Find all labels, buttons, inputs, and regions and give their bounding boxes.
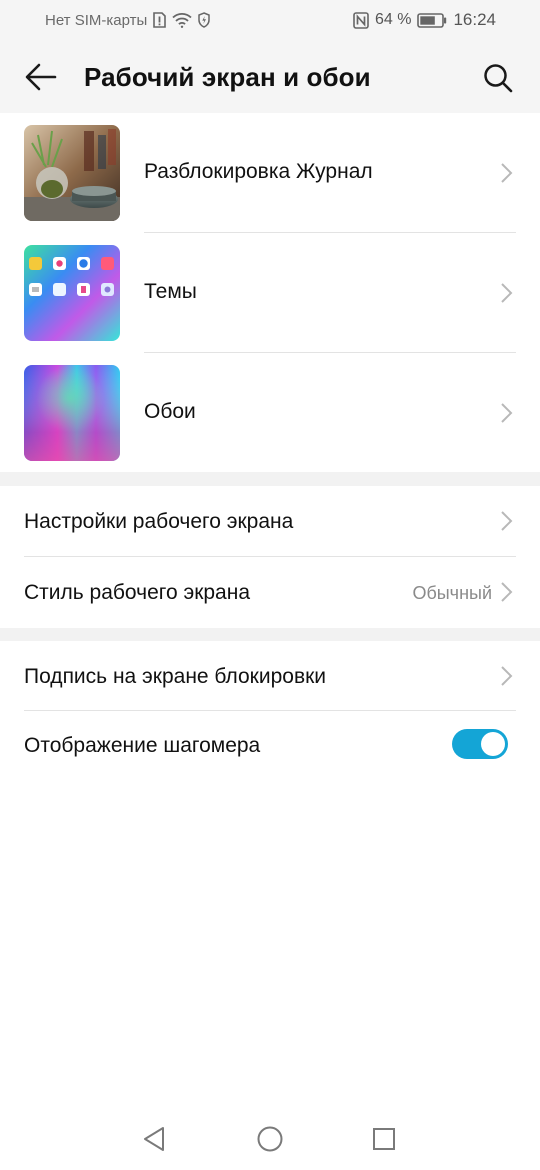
nav-recents-icon xyxy=(373,1128,395,1150)
chevron-right-icon xyxy=(501,283,513,303)
chevron-right-icon xyxy=(501,163,513,183)
back-arrow-icon xyxy=(25,63,57,91)
home-settings-section: Настройки рабочего экрана Стиль рабочего… xyxy=(0,486,540,628)
chevron-right-icon xyxy=(501,666,513,686)
clock: 16:24 xyxy=(453,10,496,29)
search-button[interactable] xyxy=(480,60,516,96)
battery-saver-icon xyxy=(198,12,211,28)
media-section: Разблокировка Журнал Темы Обои xyxy=(0,113,540,473)
navigation-bar xyxy=(0,1108,540,1170)
wallpaper-label: Обои xyxy=(144,400,196,423)
wallpaper-row[interactable]: Обои xyxy=(0,353,540,473)
battery-percent: 64 % xyxy=(374,11,412,28)
nav-home-button[interactable] xyxy=(255,1124,285,1154)
status-left: Нет SIM-карты xyxy=(45,11,211,29)
nav-back-icon xyxy=(144,1127,164,1151)
nav-recents-button[interactable] xyxy=(369,1124,399,1154)
battery-icon xyxy=(417,12,447,28)
app-bar: Рабочий экран и обои xyxy=(0,40,540,113)
wallpaper-thumbnail xyxy=(24,365,120,461)
nav-back-button[interactable] xyxy=(139,1124,169,1154)
chevron-right-icon xyxy=(501,582,513,602)
home-screen-settings-label: Настройки рабочего экрана xyxy=(24,510,294,533)
themes-label: Темы xyxy=(144,280,197,303)
step-counter-row: Отображение шагомера xyxy=(0,711,540,781)
wifi-icon xyxy=(172,12,192,28)
lock-screen-signature-label: Подпись на экране блокировки xyxy=(24,665,327,688)
nav-home-icon xyxy=(257,1126,283,1152)
lock-screen-signature-row[interactable]: Подпись на экране блокировки xyxy=(0,641,540,710)
back-button[interactable] xyxy=(22,60,60,94)
toggle-knob xyxy=(481,732,505,756)
magazine-unlock-thumbnail xyxy=(24,125,120,221)
nfc-icon xyxy=(353,11,369,29)
themes-row[interactable]: Темы xyxy=(0,233,540,353)
home-screen-style-value: Обычный xyxy=(412,583,492,603)
section-gap xyxy=(0,628,540,641)
carrier-text: Нет SIM-карты xyxy=(45,11,148,29)
magazine-unlock-row[interactable]: Разблокировка Журнал xyxy=(0,113,540,233)
status-right: 64 % 16:24 xyxy=(353,10,496,30)
magazine-unlock-label: Разблокировка Журнал xyxy=(144,160,373,183)
step-counter-toggle[interactable] xyxy=(452,729,508,759)
home-screen-style-row[interactable]: Стиль рабочего экрана Обычный xyxy=(0,557,540,628)
step-counter-label: Отображение шагомера xyxy=(24,734,261,757)
chevron-right-icon xyxy=(501,403,513,423)
chevron-right-icon xyxy=(501,511,513,531)
lock-settings-section: Подпись на экране блокировки Отображение… xyxy=(0,641,540,781)
section-gap xyxy=(0,472,540,486)
sim-alert-icon xyxy=(153,12,167,28)
status-bar: Нет SIM-карты 64 % 16:24 xyxy=(0,0,540,40)
page-title: Рабочий экран и обои xyxy=(84,62,371,92)
home-screen-style-label: Стиль рабочего экрана xyxy=(24,581,251,604)
search-icon xyxy=(484,64,513,93)
home-screen-settings-row[interactable]: Настройки рабочего экрана xyxy=(0,486,540,556)
themes-thumbnail xyxy=(24,245,120,341)
